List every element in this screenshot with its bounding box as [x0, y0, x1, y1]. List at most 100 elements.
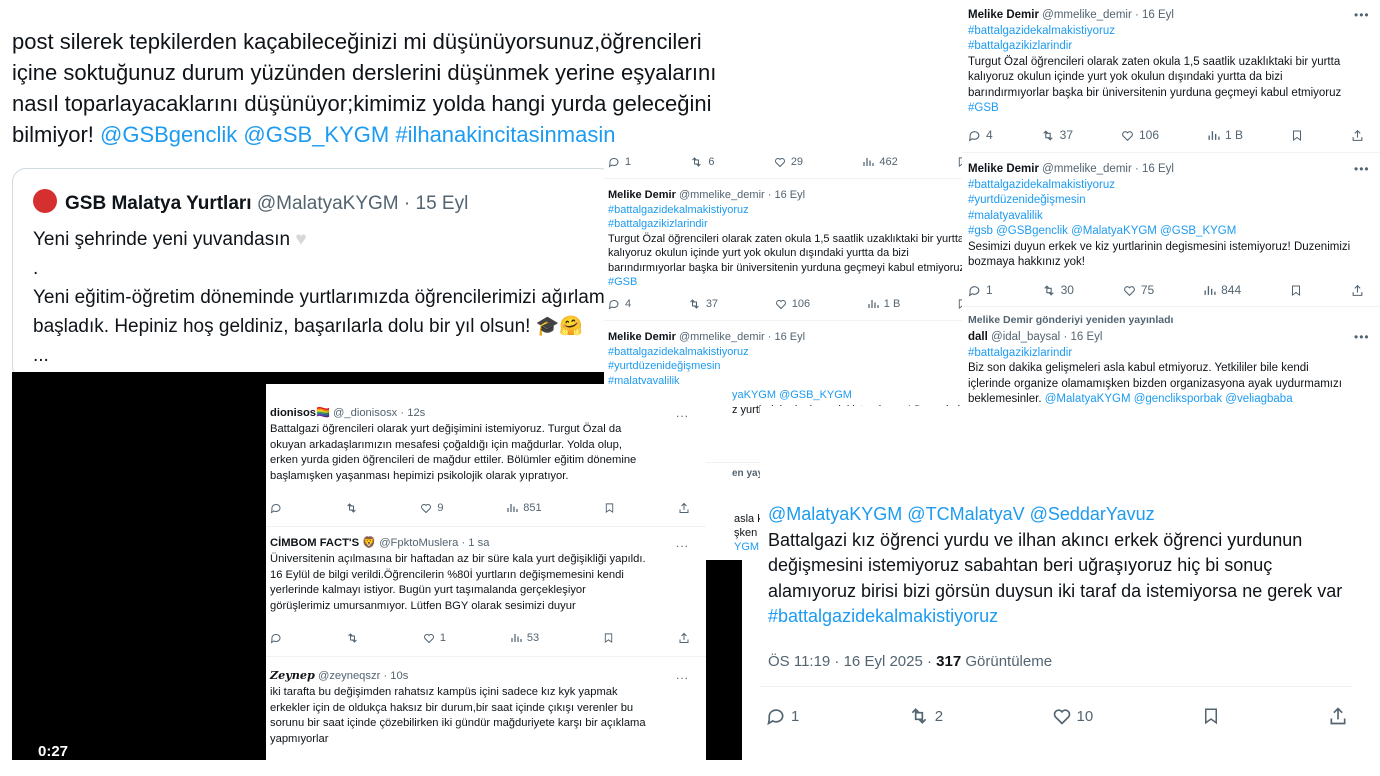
quoted-ellipsis[interactable]: ...: [33, 341, 613, 370]
retweet-button[interactable]: [346, 632, 359, 644]
hashtag[interactable]: #battalgazidekalmakistiyoruz: [608, 345, 978, 360]
bookmark-button[interactable]: [1290, 284, 1302, 297]
author-name[interactable]: dall: [968, 331, 988, 343]
like-button[interactable]: 29: [774, 156, 803, 168]
main-post-tags[interactable]: @GSBgenclik @GSB_KYGM #ilhanakincitasinm…: [100, 122, 615, 147]
tweet-date: · 16 Eyl: [767, 331, 806, 343]
views-button[interactable]: 844: [1203, 283, 1241, 297]
quoted-author-handle[interactable]: @MalatyaKYGM: [257, 193, 399, 214]
like-button[interactable]: 1: [423, 632, 446, 644]
author-name[interactable]: CİMBOM FACT'S 🦁: [270, 537, 376, 549]
retweet-button[interactable]: 6: [690, 156, 715, 168]
author-handle[interactable]: @mmelike_demir: [679, 331, 765, 343]
retweet-icon: [692, 157, 702, 167]
views-button[interactable]: 1 B: [867, 298, 900, 310]
like-button[interactable]: 106: [1121, 128, 1159, 142]
author-handle[interactable]: @zeyneqszr: [318, 670, 380, 682]
reply-icon: [767, 709, 784, 726]
hashtag[interactable]: #yurtdüzenideğişmesin: [968, 193, 1368, 209]
views-button[interactable]: 1 B: [1207, 128, 1243, 142]
author-name[interactable]: Melike Demir: [968, 163, 1039, 175]
more-options-icon[interactable]: •••: [1354, 162, 1370, 176]
reply-icon: [608, 157, 619, 168]
hashtag[interactable]: #GSB: [608, 275, 978, 290]
more-options-icon[interactable]: ...: [676, 668, 689, 682]
heart-icon: [1122, 130, 1133, 141]
bottom-post-text: @MalatyaKYGM @TCMalatyaV @SeddarYavuz Ba…: [768, 502, 1368, 630]
views-button[interactable]: 851: [506, 502, 542, 514]
retweet-button[interactable]: 37: [688, 298, 718, 310]
reply-button[interactable]: 4: [608, 298, 631, 310]
more-options-icon[interactable]: ...: [676, 406, 689, 420]
more-options-icon[interactable]: •••: [1354, 8, 1370, 22]
bookmark-button[interactable]: [1291, 129, 1303, 142]
hashtag[interactable]: #malatyavalilik: [968, 209, 1368, 225]
views-button[interactable]: 462: [862, 156, 898, 168]
reply-button[interactable]: 1: [968, 283, 993, 297]
hashtag[interactable]: #yurtdüzenideğişmesin: [608, 359, 978, 374]
reply-button[interactable]: 1: [608, 156, 631, 168]
tweet-melike-1[interactable]: Melike Demir @mmelike_demir · 16 Eyl #ba…: [608, 188, 978, 290]
share-button[interactable]: [1328, 706, 1348, 726]
tweet-dall[interactable]: dall @idal_baysal · 16 Eyl #battalgaziki…: [968, 330, 1368, 408]
hashtag[interactable]: #battalgazidekalmakistiyoruz: [768, 604, 1368, 630]
reply-button[interactable]: 1: [766, 706, 799, 726]
views-button[interactable]: 53: [510, 632, 539, 644]
author-name[interactable]: Melike Demir: [608, 331, 676, 343]
author-handle[interactable]: @mmelike_demir: [1042, 163, 1132, 175]
author-handle[interactable]: @FpktoMuslera: [379, 537, 458, 549]
author-name[interactable]: Melike Demir: [608, 189, 676, 201]
hashtag[interactable]: #battalgazikizlarindir: [968, 39, 1368, 55]
author-handle[interactable]: @_dionisosx: [333, 407, 397, 419]
reply-dionisos[interactable]: dionisos🏳️‍🌈 @_dionisosx · 12s Battalgaz…: [270, 406, 700, 485]
more-options-icon[interactable]: ...: [676, 536, 689, 550]
reply-button[interactable]: [270, 502, 282, 514]
author-name[interactable]: Melike Demir: [968, 9, 1039, 21]
share-button[interactable]: [678, 502, 690, 514]
reply-button[interactable]: 4: [968, 128, 993, 142]
retweet-button[interactable]: [345, 502, 358, 514]
hashtag[interactable]: #battalgazikizlarindir: [608, 217, 978, 232]
retweet-button[interactable]: 2: [908, 706, 943, 726]
mentions[interactable]: @MalatyaKYGM @gencliksporbak @veliagbaba: [1045, 393, 1293, 405]
hashtag[interactable]: #battalgazikizlarindir: [968, 346, 1368, 362]
reply-button[interactable]: [270, 632, 282, 644]
more-options-icon[interactable]: •••: [1354, 330, 1370, 344]
author-handle[interactable]: @mmelike_demir: [679, 189, 765, 201]
reply-cimbom[interactable]: CİMBOM FACT'S 🦁 @FpktoMuslera · 1 sa Üni…: [270, 536, 700, 615]
retweet-button[interactable]: 37: [1041, 128, 1073, 142]
video-timestamp: 0:27: [38, 743, 69, 760]
author-handle[interactable]: @mmelike_demir: [1042, 9, 1132, 21]
mentions[interactable]: @MalatyaKYGM @TCMalatyaV @SeddarYavuz: [768, 502, 1368, 528]
hashtag-mentions[interactable]: #gsb @GSBgenclik @MalatyaKYGM @GSB_KYGM: [968, 224, 1368, 240]
like-button[interactable]: 9: [420, 502, 444, 514]
views-icon: [1208, 130, 1220, 140]
main-post-line: post silerek tepkilerden kaçabileceğiniz…: [12, 29, 702, 54]
bookmark-button[interactable]: [603, 632, 614, 644]
like-button[interactable]: 10: [1052, 706, 1093, 726]
like-button[interactable]: 75: [1123, 283, 1154, 297]
retweet-button[interactable]: 30: [1042, 283, 1074, 297]
divider: [266, 526, 706, 527]
share-button[interactable]: [678, 632, 690, 644]
hashtag[interactable]: #battalgazidekalmakistiyoruz: [608, 203, 978, 218]
quoted-author-name[interactable]: GSB Malatya Yurtları: [65, 193, 252, 214]
hashtag[interactable]: #GSB: [968, 101, 1368, 117]
share-button[interactable]: [1351, 129, 1364, 142]
bookmark-button[interactable]: [604, 502, 615, 514]
author-name[interactable]: dionisos🏳️‍🌈: [270, 407, 330, 419]
main-post-line-text: bilmiyor!: [12, 122, 101, 147]
like-button[interactable]: 106: [775, 298, 810, 310]
hashtag[interactable]: #battalgazidekalmakistiyoruz: [968, 178, 1368, 194]
author-name[interactable]: Zeynep: [270, 668, 315, 682]
author-handle[interactable]: @idal_baysal: [991, 331, 1060, 343]
reply-zeynep[interactable]: Zeynep @zeyneqszr · 10s iki tarafta bu d…: [270, 668, 700, 748]
tweet-melike-2[interactable]: Melike Demir @mmelike_demir · 16 Eyl #ba…: [968, 162, 1368, 271]
quoted-tweet-card[interactable]: GSB Malatya Yurtları @MalatyaKYGM · 15 E…: [12, 168, 614, 380]
share-button[interactable]: [1351, 284, 1364, 297]
like-count: 106: [1138, 128, 1160, 142]
bookmark-button[interactable]: [1202, 706, 1220, 726]
hashtag[interactable]: #battalgazidekalmakistiyoruz: [968, 24, 1368, 40]
tweet-melike-1[interactable]: Melike Demir @mmelike_demir · 16 Eyl #ba…: [968, 8, 1368, 117]
tweet-text: içlerinde organize olamamışken bizden or…: [968, 377, 1342, 390]
